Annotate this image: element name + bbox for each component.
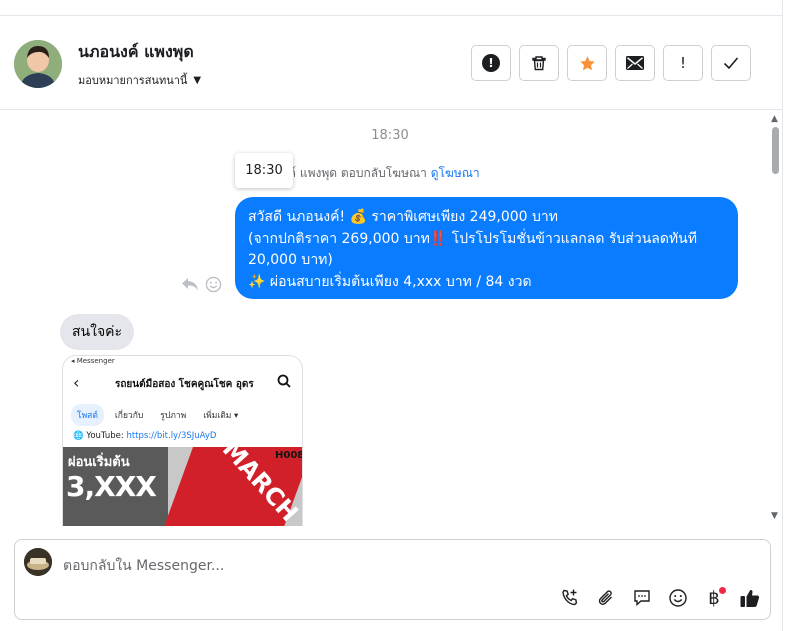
contact-name: นภอนงค์ แพงพุด <box>78 42 194 61</box>
thumbs-up-icon[interactable] <box>738 586 762 610</box>
scroll-up-arrow-icon[interactable]: ▲ <box>771 114 778 124</box>
back-arrow-icon: ‹ <box>73 373 80 392</box>
emoji-icon[interactable] <box>666 586 690 610</box>
baht-icon[interactable]: ฿ <box>702 586 726 610</box>
outgoing-line-2: (จากปกติราคา 269,000 บาท‼️ โปรโปรโมชั่นข… <box>248 230 697 247</box>
star-button[interactable] <box>567 45 607 81</box>
conversation-header: นภอนงค์ แพงพุด มอบหมายการสนทนานี้ ▼ ! ! <box>0 16 782 110</box>
mark-important-button[interactable]: ! <box>663 45 703 81</box>
incoming-message[interactable]: สนใจค่ะ <box>60 314 135 350</box>
assign-dropdown[interactable]: มอบหมายการสนทนานี้ ▼ <box>78 71 201 89</box>
time-tooltip: 18:30 <box>235 153 293 188</box>
react-emoji-icon[interactable] <box>205 276 222 293</box>
promo-banner: ผ่อนเริ่มต้น 3,XXX MARCH H008 <box>63 447 303 526</box>
alert-circle-icon: ! <box>482 54 500 72</box>
mark-done-button[interactable] <box>711 45 751 81</box>
tab-photos: รูปภาพ <box>160 411 187 421</box>
page-avatar <box>24 548 52 576</box>
composer-tools: ฿ <box>558 586 762 610</box>
page-tabs: โพสต์ เกี่ยวกับ รูปภาพ เพิ่มเติม ▾ <box>71 404 244 426</box>
image-attachment[interactable]: ◂ Messenger ‹ รถยนต์มือสอง โชคคูณโชค อุด… <box>62 355 303 526</box>
ad-reply-text: ค์ แพงพุด ตอบกลับโฆษณา <box>288 166 427 180</box>
youtube-link: https://bit.ly/3SJuAyD <box>126 431 217 441</box>
scroll-down-arrow-icon[interactable]: ▼ <box>771 511 778 521</box>
banner-line-2: 3,XXX <box>66 470 157 503</box>
status-bar-text: ◂ Messenger <box>71 357 115 365</box>
alert-button[interactable]: ! <box>471 45 511 81</box>
tab-about: เกี่ยวกับ <box>114 411 144 421</box>
trash-icon <box>532 56 546 71</box>
outgoing-line-3: 20,000 บาท) <box>248 252 333 268</box>
right-divider <box>782 0 783 631</box>
scrollbar-thumb[interactable] <box>772 127 779 174</box>
header-actions: ! ! <box>471 45 751 81</box>
reply-input[interactable]: ตอบกลับใน Messenger... <box>63 555 224 577</box>
ad-reply-note: ค์ แพงพุด ตอบกลับโฆษณา ดูโฆษณา <box>288 164 480 183</box>
reply-icon[interactable] <box>181 276 199 292</box>
tab-more: เพิ่มเติม ▾ <box>203 411 239 421</box>
caret-down-icon: ▼ <box>193 74 202 86</box>
messenger-conversation: นภอนงค์ แพงพุด มอบหมายการสนทนานี้ ▼ ! ! … <box>0 0 796 631</box>
chat-icon[interactable] <box>630 586 654 610</box>
assign-label: มอบหมายการสนทนานี้ <box>78 74 188 87</box>
message-actions <box>181 276 222 293</box>
search-icon <box>277 374 291 388</box>
view-ad-link[interactable]: ดูโฆษณา <box>431 166 480 180</box>
email-button[interactable] <box>615 45 655 81</box>
banner-line-1: ผ่อนเริ่มต้น <box>68 455 130 470</box>
youtube-line: 🌐 YouTube: https://bit.ly/3SJuAyD <box>73 431 216 441</box>
paperclip-icon[interactable] <box>594 586 618 610</box>
check-icon <box>723 57 739 70</box>
outgoing-message[interactable]: สวัสดี นภอนงค์! 💰 ราคาพิเศษเพียง 249,000… <box>235 197 738 299</box>
avatar[interactable] <box>14 40 62 88</box>
baht-symbol-icon: ฿ <box>708 587 720 609</box>
delete-button[interactable] <box>519 45 559 81</box>
banner-code: H008 <box>275 450 303 461</box>
page-name: รถยนต์มือสอง โชคคูณโชค อุดร <box>115 379 254 390</box>
notification-dot <box>719 587 726 594</box>
envelope-icon <box>626 56 644 70</box>
outgoing-line-1: สวัสดี นภอนงค์! 💰 ราคาพิเศษเพียง 249,000… <box>248 209 558 225</box>
phone-plus-icon[interactable] <box>558 586 582 610</box>
youtube-label: YouTube: <box>86 431 124 441</box>
outgoing-line-4: ✨ ผ่อนสบายเริ่มต้นเพียง 4,xxx บาท / 84 ง… <box>248 273 532 290</box>
message-composer[interactable]: ตอบกลับใน Messenger... ฿ <box>14 539 771 620</box>
star-icon <box>579 55 595 70</box>
globe-icon: 🌐 <box>73 431 84 441</box>
tab-posts: โพสต์ <box>71 404 104 426</box>
exclamation-icon: ! <box>679 54 686 72</box>
message-timestamp: 18:30 <box>371 128 409 143</box>
